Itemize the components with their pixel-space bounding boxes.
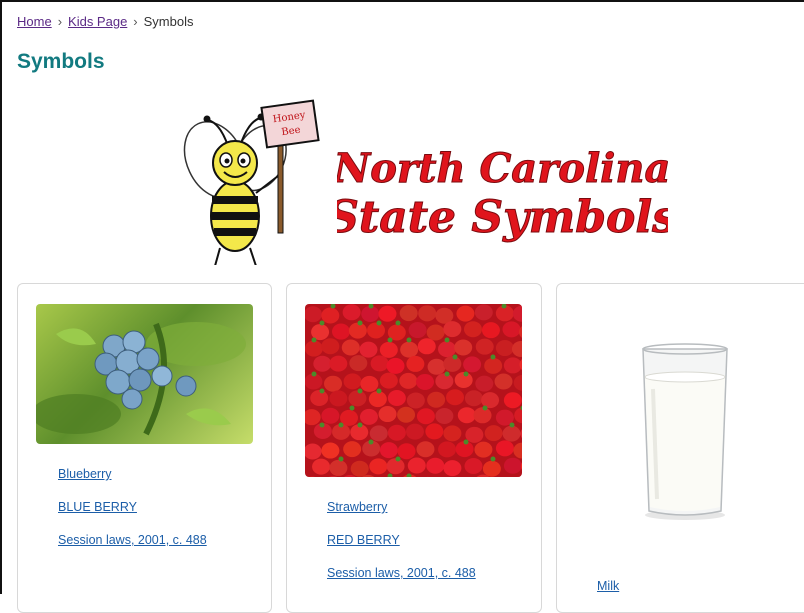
blueberry-photo [36,304,253,444]
wordmark-line1: North Carolina [337,145,668,192]
symbol-card-strawberry: Strawberry RED BERRY Session laws, 2001,… [286,283,542,613]
honey-bee-illustration: Honey Bee [160,98,332,265]
strawberry-name-link[interactable]: Strawberry [327,500,387,514]
breadcrumb-separator: › [58,14,62,29]
milk-name-link[interactable]: Milk [597,579,619,593]
nc-state-symbols-banner: Honey Bee North Carolina State Symbols [160,98,668,265]
symbol-card-blueberry: Blueberry BLUE BERRY Session laws, 2001,… [17,283,272,613]
breadcrumb-separator: › [133,14,137,29]
symbol-card-milk: Milk [556,283,804,613]
blueberry-name-link[interactable]: Blueberry [58,467,112,481]
wordmark-line2: State Symbols [337,192,668,243]
breadcrumb-current: Symbols [144,14,194,29]
strawberry-designation-link[interactable]: RED BERRY [327,533,400,547]
state-symbols-wordmark: North Carolina State Symbols [337,124,668,264]
page-title: Symbols [17,50,105,74]
breadcrumb-kids-link[interactable]: Kids Page [68,14,127,29]
strawberry-photo [305,304,522,477]
blueberry-law-link[interactable]: Session laws, 2001, c. 488 [58,533,207,547]
breadcrumb: Home › Kids Page › Symbols [17,14,194,29]
milk-glass-photo [635,339,735,524]
breadcrumb-home-link[interactable]: Home [17,14,52,29]
strawberry-law-link[interactable]: Session laws, 2001, c. 488 [327,566,476,580]
blueberry-designation-link[interactable]: BLUE BERRY [58,500,137,514]
